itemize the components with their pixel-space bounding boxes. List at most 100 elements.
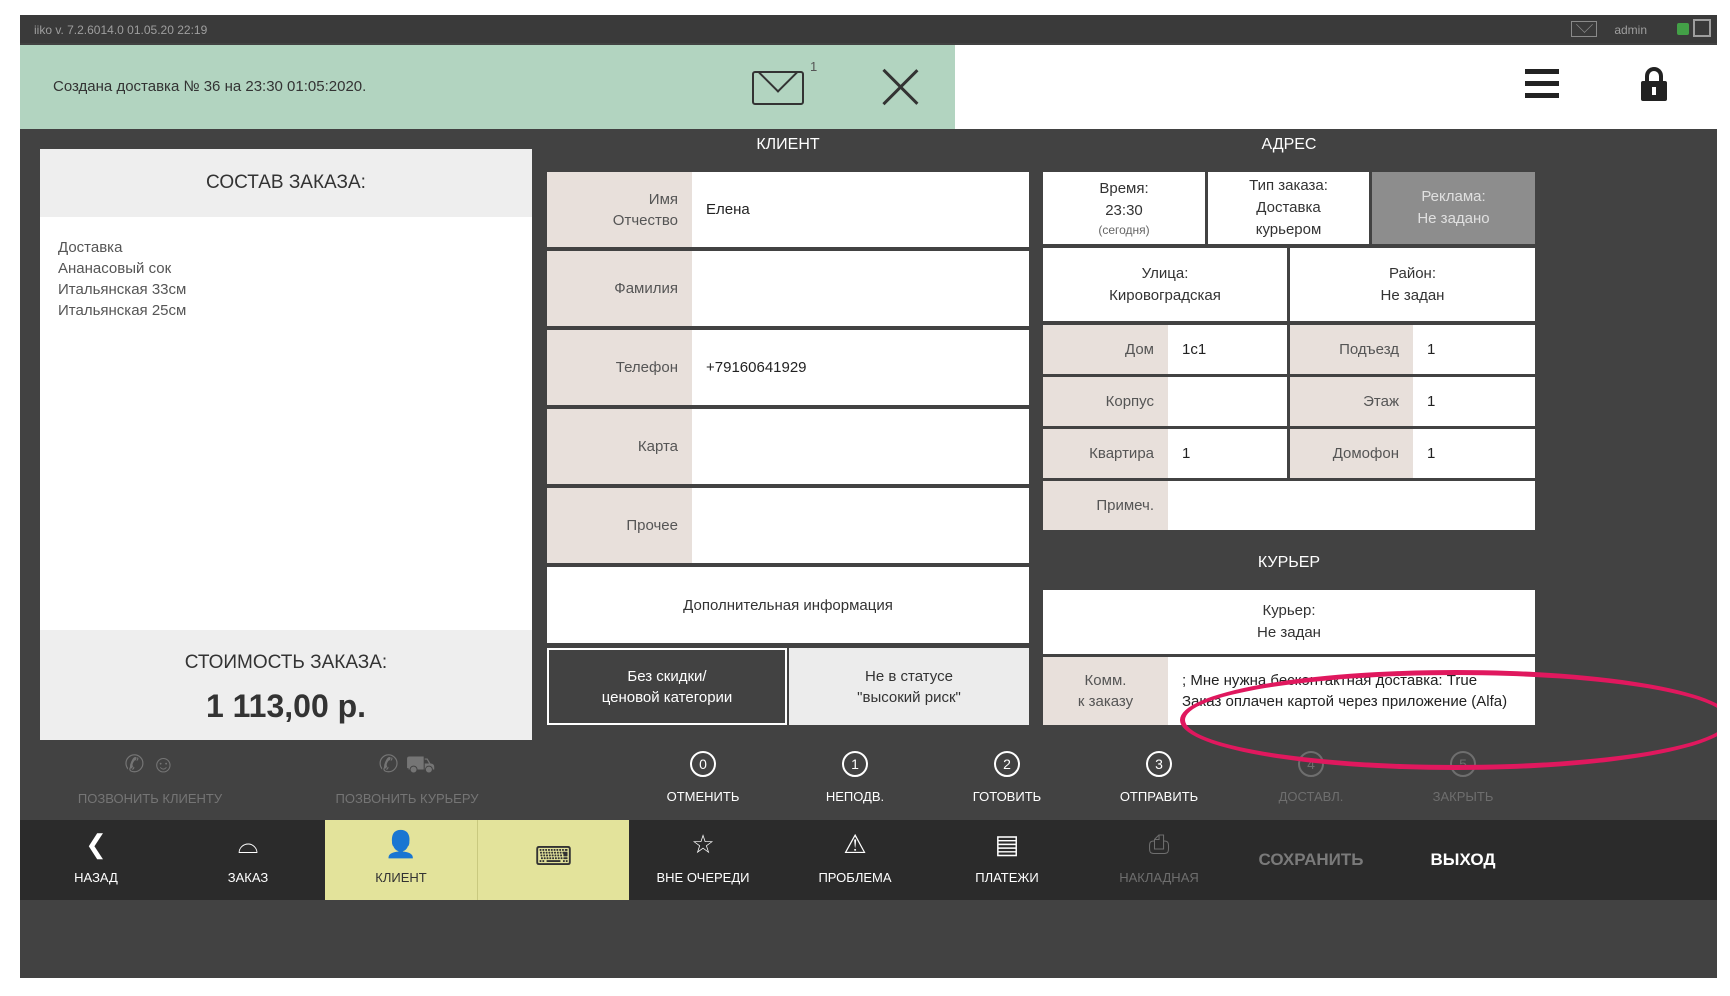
- name-value[interactable]: Елена: [692, 172, 1029, 247]
- courier-label: Курьер:: [1262, 602, 1316, 619]
- district-value: Не задан: [1380, 286, 1445, 304]
- phone-field[interactable]: Телефон +79160641929: [547, 330, 1029, 405]
- call-client-button[interactable]: ✆ ☺ ПОЗВОНИТЬ КЛИЕНТУ: [60, 740, 240, 820]
- user-name: admin: [1614, 23, 1647, 37]
- card-field[interactable]: Карта: [547, 409, 1029, 484]
- call-courier-button[interactable]: ✆ ⛟ ПОЗВОНИТЬ КУРЬЕРУ: [317, 740, 497, 820]
- payments-label: ПЛАТЕЖИ: [975, 870, 1039, 885]
- order-type-label: Тип заказа:: [1249, 177, 1328, 194]
- status-close-button[interactable]: 5 ЗАКРЫТЬ: [1387, 740, 1539, 820]
- status-cancel-button[interactable]: 0 ОТМЕНИТЬ: [627, 740, 779, 820]
- floor-field[interactable]: Этаж 1: [1290, 377, 1535, 426]
- order-item[interactable]: Итальянская 33см: [58, 279, 514, 300]
- address-header: АДРЕС: [1261, 136, 1317, 153]
- street-field[interactable]: Улица: Кировоградская: [1043, 248, 1287, 321]
- client-tab-label: КЛИЕНТ: [375, 870, 427, 885]
- back-button[interactable]: ❮ НАЗАД: [20, 820, 172, 900]
- order-item[interactable]: Итальянская 25см: [58, 300, 514, 321]
- entrance-field[interactable]: Подъезд 1: [1290, 325, 1535, 374]
- out-of-turn-label: ВНЕ ОЧЕРЕДИ: [656, 870, 750, 885]
- intercom-value[interactable]: 1: [1413, 429, 1535, 478]
- surname-value[interactable]: [692, 251, 1029, 326]
- cash-register-icon: ▤: [994, 829, 1020, 859]
- discount-button[interactable]: Без скидки/ ценовой категории: [547, 648, 787, 725]
- floor-value[interactable]: 1: [1413, 377, 1535, 426]
- exit-button[interactable]: ВЫХОД: [1387, 820, 1539, 900]
- order-type[interactable]: Тип заказа: Доставка курьером: [1208, 172, 1369, 244]
- bottom-nav: ❮ НАЗАД ⌓ ЗАКАЗ 👤 КЛИЕНТ ⌨ ☆ ВНЕ ОЧЕРЕДИ…: [20, 820, 1717, 900]
- note-label: Примеч.: [1043, 481, 1168, 530]
- status-label: ЗАКРЫТЬ: [1432, 789, 1494, 804]
- risk-status-button[interactable]: Не в статусе "высокий риск": [789, 648, 1029, 725]
- status-send-button[interactable]: 3 ОТПРАВИТЬ: [1083, 740, 1235, 820]
- phone-truck-icon: ✆ ⛟: [378, 751, 436, 778]
- apartment-field[interactable]: Квартира 1: [1043, 429, 1287, 478]
- building-value[interactable]: [1168, 377, 1287, 426]
- phone-value[interactable]: +79160641929: [692, 330, 1029, 405]
- window-icon[interactable]: [1693, 19, 1711, 37]
- person-icon: 👤: [384, 829, 418, 859]
- envelope-icon[interactable]: [752, 71, 804, 105]
- courier-field[interactable]: Курьер: Не задан: [1043, 590, 1535, 654]
- app-window: iiko v. 7.2.6014.0 01.05.20 22:19 admin …: [20, 15, 1717, 978]
- status-label: ДОСТАВЛ.: [1278, 789, 1344, 804]
- invoice-button[interactable]: ⎙ НАКЛАДНАЯ: [1083, 820, 1235, 900]
- advertising[interactable]: Реклама: Не задано: [1372, 172, 1535, 244]
- order-item[interactable]: Ананасовый сок: [58, 258, 514, 279]
- order-cost-label: СТОИМОСТЬ ЗАКАЗА:: [184, 652, 388, 673]
- order-tab[interactable]: ⌓ ЗАКАЗ: [172, 820, 324, 900]
- house-field[interactable]: Дом 1с1: [1043, 325, 1287, 374]
- order-cost: СТОИМОСТЬ ЗАКАЗА: 1 113,00 р.: [40, 630, 532, 740]
- status-number: 4: [1298, 751, 1324, 777]
- name-field[interactable]: Имя Отчество Елена: [547, 172, 1029, 247]
- mail-icon[interactable]: [1571, 21, 1597, 37]
- other-field[interactable]: Прочее: [547, 488, 1029, 563]
- problem-label: ПРОБЛЕМА: [818, 870, 892, 885]
- status-cook-button[interactable]: 2 ГОТОВИТЬ: [931, 740, 1083, 820]
- extra-info-button[interactable]: Дополнительная информация: [547, 567, 1029, 643]
- entrance-value[interactable]: 1: [1413, 325, 1535, 374]
- version-info: iiko v. 7.2.6014.0 01.05.20 22:19: [34, 23, 208, 37]
- header-actions: [955, 45, 1717, 129]
- status-bar: ✆ ☺ ПОЗВОНИТЬ КЛИЕНТУ ✆ ⛟ ПОЗВОНИТЬ КУРЬ…: [20, 740, 1717, 820]
- save-button[interactable]: СОХРАНИТЬ: [1235, 820, 1387, 900]
- note-value[interactable]: [1168, 481, 1535, 530]
- problem-button[interactable]: ⚠ ПРОБЛЕМА: [779, 820, 931, 900]
- street-value: Кировоградская: [1109, 286, 1221, 304]
- order-title: СОСТАВ ЗАКАЗА:: [40, 149, 532, 217]
- apartment-label: Квартира: [1043, 429, 1168, 478]
- lock-icon[interactable]: [1641, 67, 1667, 103]
- out-of-turn-button[interactable]: ☆ ВНЕ ОЧЕРЕДИ: [627, 820, 779, 900]
- status-label: ОТМЕНИТЬ: [666, 789, 740, 804]
- printer-icon: ⎙: [1148, 829, 1170, 859]
- menu-icon[interactable]: [1525, 69, 1559, 101]
- status-unconfirmed-button[interactable]: 1 НЕПОДВ.: [779, 740, 931, 820]
- building-field[interactable]: Корпус: [1043, 377, 1287, 426]
- status-delivered-button[interactable]: 4 ДОСТАВЛ.: [1235, 740, 1387, 820]
- notification-banner: Создана доставка № 36 на 23:30 01:05:202…: [20, 45, 955, 129]
- order-item[interactable]: Доставка: [58, 237, 514, 258]
- district-field[interactable]: Район: Не задан: [1290, 248, 1535, 321]
- order-total: 1 113,00 р.: [205, 688, 367, 724]
- order-type-value: Доставка курьером: [1255, 199, 1322, 238]
- order-comment-field[interactable]: Комм. к заказу ; Мне нужна бесконтактная…: [1043, 657, 1535, 725]
- comment-value[interactable]: ; Мне нужна бесконтактная доставка: True…: [1168, 657, 1535, 725]
- client-tab[interactable]: 👤 КЛИЕНТ: [325, 820, 477, 900]
- apartment-value[interactable]: 1: [1168, 429, 1287, 478]
- delivery-time[interactable]: Время: 23:30 (сегодня): [1043, 172, 1205, 244]
- other-value[interactable]: [692, 488, 1029, 563]
- payments-button[interactable]: ▤ ПЛАТЕЖИ: [931, 820, 1083, 900]
- invoice-label: НАКЛАДНАЯ: [1119, 870, 1199, 885]
- street-label: Улица:: [1141, 264, 1189, 282]
- call-courier-label: ПОЗВОНИТЬ КУРЬЕРУ: [335, 791, 479, 806]
- building-label: Корпус: [1043, 377, 1168, 426]
- status-label: НЕПОДВ.: [825, 789, 885, 804]
- note-field[interactable]: Примеч.: [1043, 481, 1535, 530]
- cloche-icon: ⌓: [237, 829, 259, 859]
- house-value[interactable]: 1с1: [1168, 325, 1287, 374]
- surname-field[interactable]: Фамилия: [547, 251, 1029, 326]
- close-icon[interactable]: [880, 67, 920, 107]
- keyboard-button[interactable]: ⌨: [477, 820, 629, 900]
- intercom-field[interactable]: Домофон 1: [1290, 429, 1535, 478]
- card-value[interactable]: [692, 409, 1029, 484]
